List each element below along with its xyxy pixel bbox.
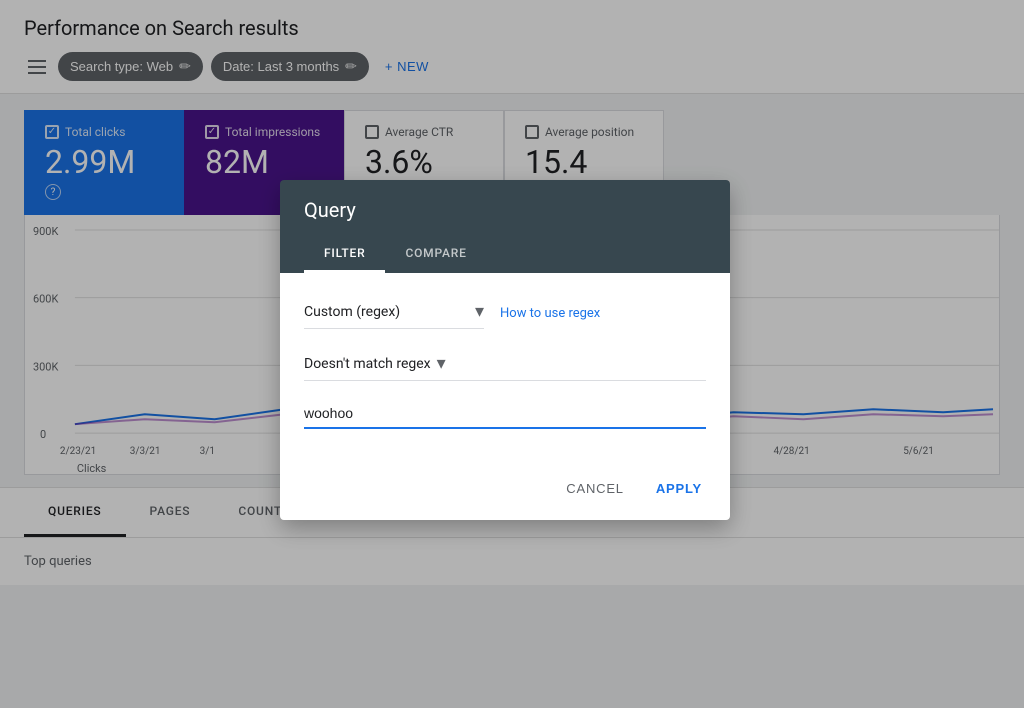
apply-button[interactable]: APPLY: [644, 473, 714, 504]
modal-body: Custom (regex) ▾ How to use regex Doesn'…: [280, 273, 730, 465]
dropdown-arrow-condition: ▾: [437, 353, 446, 374]
modal-footer: CANCEL APPLY: [280, 465, 730, 520]
cancel-button[interactable]: CANCEL: [554, 473, 636, 504]
modal-header: Query FILTER COMPARE: [280, 180, 730, 273]
input-row: [304, 401, 706, 429]
filter-type-select[interactable]: Custom (regex) ▾: [304, 297, 484, 329]
condition-select[interactable]: Doesn't match regex ▾: [304, 349, 706, 381]
filter-type-row: Custom (regex) ▾ How to use regex: [304, 297, 706, 329]
dropdown-arrow-filter: ▾: [475, 301, 484, 322]
condition-row: Doesn't match regex ▾: [304, 349, 706, 381]
modal-tabs: FILTER COMPARE: [304, 236, 706, 273]
regex-input[interactable]: [304, 401, 706, 429]
regex-help-link[interactable]: How to use regex: [500, 306, 600, 321]
modal-tab-filter[interactable]: FILTER: [304, 236, 385, 273]
query-modal: Query FILTER COMPARE Custom (regex) ▾ Ho…: [280, 180, 730, 520]
modal-title: Query: [304, 198, 706, 222]
modal-tab-compare[interactable]: COMPARE: [385, 236, 486, 273]
